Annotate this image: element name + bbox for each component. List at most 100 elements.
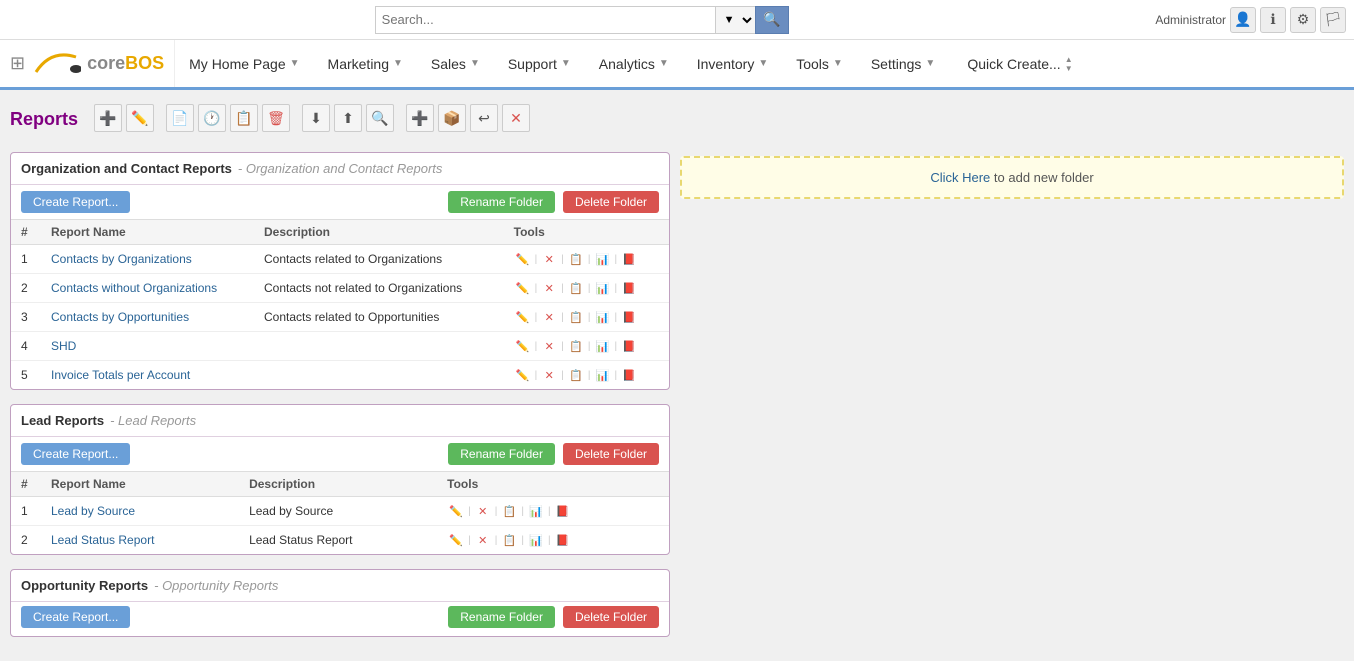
- folder-org-contact-subtitle: - Organization and Contact Reports: [238, 161, 443, 176]
- edit-report-icon[interactable]: ✏️: [514, 337, 532, 355]
- schedule-report-icon[interactable]: 📋: [567, 308, 585, 326]
- user-icon[interactable]: 👤: [1230, 7, 1256, 33]
- edit-report-icon[interactable]: ✏️: [514, 279, 532, 297]
- folder-lead-subtitle: - Lead Reports: [110, 413, 196, 428]
- report-link[interactable]: Contacts by Organizations: [51, 252, 192, 266]
- export-report-icon[interactable]: 📊: [593, 366, 611, 384]
- pdf-report-icon[interactable]: 📕: [620, 337, 638, 355]
- rename-folder-button-1[interactable]: Rename Folder: [448, 191, 555, 213]
- nav-marketing[interactable]: Marketing ▼: [314, 43, 417, 85]
- tools-cell: ✏️ | ✕ | 📋 | 📊 | 📕: [504, 245, 669, 274]
- create-report-button-1[interactable]: Create Report...: [21, 191, 130, 213]
- nav-support[interactable]: Support ▼: [494, 43, 585, 85]
- row-report-name: Lead by Source: [41, 497, 239, 526]
- delete-button[interactable]: 🗑: [262, 104, 290, 132]
- delete-report-icon[interactable]: ✕: [474, 502, 492, 520]
- back-button[interactable]: ↩: [470, 104, 498, 132]
- copy-button[interactable]: 📄: [166, 104, 194, 132]
- report-link[interactable]: SHD: [51, 339, 76, 353]
- archive-button[interactable]: 📦: [438, 104, 466, 132]
- edit-report-icon[interactable]: ✏️: [514, 366, 532, 384]
- nav-sales[interactable]: Sales ▼: [417, 43, 494, 85]
- schedule-report-icon[interactable]: 📋: [567, 337, 585, 355]
- toolbar: ➕ ✏️ 📄 🕐 📋 🗑 ⬇ ⬆ 🔍 ➕ 📦 ↩ ✕: [94, 100, 530, 136]
- export-report-icon[interactable]: 📊: [593, 337, 611, 355]
- search-toolbar-button[interactable]: 🔍: [366, 104, 394, 132]
- report-link[interactable]: Invoice Totals per Account: [51, 368, 190, 382]
- row-description: [254, 332, 504, 361]
- history-button[interactable]: 🕐: [198, 104, 226, 132]
- edit-report-icon[interactable]: ✏️: [514, 308, 532, 326]
- folder-opportunity-subtitle: - Opportunity Reports: [154, 578, 278, 593]
- info-icon[interactable]: ℹ: [1260, 7, 1286, 33]
- nav-settings[interactable]: Settings ▼: [857, 43, 950, 85]
- row-description: Contacts not related to Organizations: [254, 274, 504, 303]
- chevron-down-icon: ▼: [758, 58, 768, 69]
- export-report-icon[interactable]: 📊: [527, 531, 545, 549]
- download-button[interactable]: ⬇: [302, 104, 330, 132]
- report-link[interactable]: Lead Status Report: [51, 533, 154, 547]
- pdf-report-icon[interactable]: 📕: [554, 502, 572, 520]
- delete-report-icon[interactable]: ✕: [474, 531, 492, 549]
- pdf-report-icon[interactable]: 📕: [620, 308, 638, 326]
- delete-report-icon[interactable]: ✕: [540, 279, 558, 297]
- page-title: Reports: [10, 109, 78, 130]
- search-input[interactable]: [375, 6, 715, 34]
- edit-report-icon[interactable]: ✏️: [447, 502, 465, 520]
- pdf-report-icon[interactable]: 📕: [620, 250, 638, 268]
- row-report-name: Lead Status Report: [41, 526, 239, 555]
- flag-icon[interactable]: 🏳: [1320, 7, 1346, 33]
- create-report-button-3[interactable]: Create Report...: [21, 606, 130, 628]
- col-desc-1: Description: [254, 220, 504, 245]
- chevron-down-icon: ▼: [833, 58, 843, 69]
- schedule-report-icon[interactable]: 📋: [500, 502, 518, 520]
- create-report-button-2[interactable]: Create Report...: [21, 443, 130, 465]
- edit-report-icon[interactable]: ✏️: [514, 250, 532, 268]
- report-link[interactable]: Lead by Source: [51, 504, 135, 518]
- content-area: Reports ➕ ✏️ 📄 🕐 📋 🗑 ⬇ ⬆ 🔍 ➕ 📦 ↩ ✕: [0, 90, 1354, 661]
- upload-button[interactable]: ⬆: [334, 104, 362, 132]
- tools-cell: ✏️ | ✕ | 📋 | 📊 | 📕: [504, 274, 669, 303]
- delete-report-icon[interactable]: ✕: [540, 366, 558, 384]
- quick-create[interactable]: Quick Create... ▲▼: [953, 43, 1086, 85]
- delete-folder-button-1[interactable]: Delete Folder: [563, 191, 659, 213]
- report-link[interactable]: Contacts by Opportunities: [51, 310, 189, 324]
- paste-button[interactable]: 📋: [230, 104, 258, 132]
- edit-button[interactable]: ✏️: [126, 104, 154, 132]
- nav-home[interactable]: My Home Page ▼: [175, 43, 313, 85]
- schedule-report-icon[interactable]: 📋: [567, 250, 585, 268]
- search-dropdown[interactable]: ▼: [715, 6, 755, 34]
- delete-folder-button-2[interactable]: Delete Folder: [563, 443, 659, 465]
- table-row: 2 Lead Status Report Lead Status Report …: [11, 526, 669, 555]
- schedule-report-icon[interactable]: 📋: [500, 531, 518, 549]
- add2-button[interactable]: ➕: [406, 104, 434, 132]
- col-desc-2: Description: [239, 472, 437, 497]
- settings-icon[interactable]: ⚙: [1290, 7, 1316, 33]
- delete-report-icon[interactable]: ✕: [540, 308, 558, 326]
- export-report-icon[interactable]: 📊: [527, 502, 545, 520]
- delete-folder-button-3[interactable]: Delete Folder: [563, 606, 659, 628]
- row-report-name: Contacts without Organizations: [41, 274, 254, 303]
- pdf-report-icon[interactable]: 📕: [620, 279, 638, 297]
- pdf-report-icon[interactable]: 📕: [554, 531, 572, 549]
- pdf-report-icon[interactable]: 📕: [620, 366, 638, 384]
- nav-analytics[interactable]: Analytics ▼: [585, 43, 683, 85]
- click-here-link[interactable]: Click Here: [930, 170, 990, 185]
- edit-report-icon[interactable]: ✏️: [447, 531, 465, 549]
- report-link[interactable]: Contacts without Organizations: [51, 281, 217, 295]
- nav-tools[interactable]: Tools ▼: [782, 43, 857, 85]
- rename-folder-button-2[interactable]: Rename Folder: [448, 443, 555, 465]
- delete-report-icon[interactable]: ✕: [540, 337, 558, 355]
- delete-report-icon[interactable]: ✕: [540, 250, 558, 268]
- export-report-icon[interactable]: 📊: [593, 250, 611, 268]
- schedule-report-icon[interactable]: 📋: [567, 366, 585, 384]
- search-button[interactable]: 🔍: [755, 6, 789, 34]
- export-report-icon[interactable]: 📊: [593, 279, 611, 297]
- export-report-icon[interactable]: 📊: [593, 308, 611, 326]
- rename-folder-button-3[interactable]: Rename Folder: [448, 606, 555, 628]
- close-toolbar-button[interactable]: ✕: [502, 104, 530, 132]
- nav-inventory[interactable]: Inventory ▼: [683, 43, 783, 85]
- add-button[interactable]: ➕: [94, 104, 122, 132]
- col-name-1: Report Name: [41, 220, 254, 245]
- schedule-report-icon[interactable]: 📋: [567, 279, 585, 297]
